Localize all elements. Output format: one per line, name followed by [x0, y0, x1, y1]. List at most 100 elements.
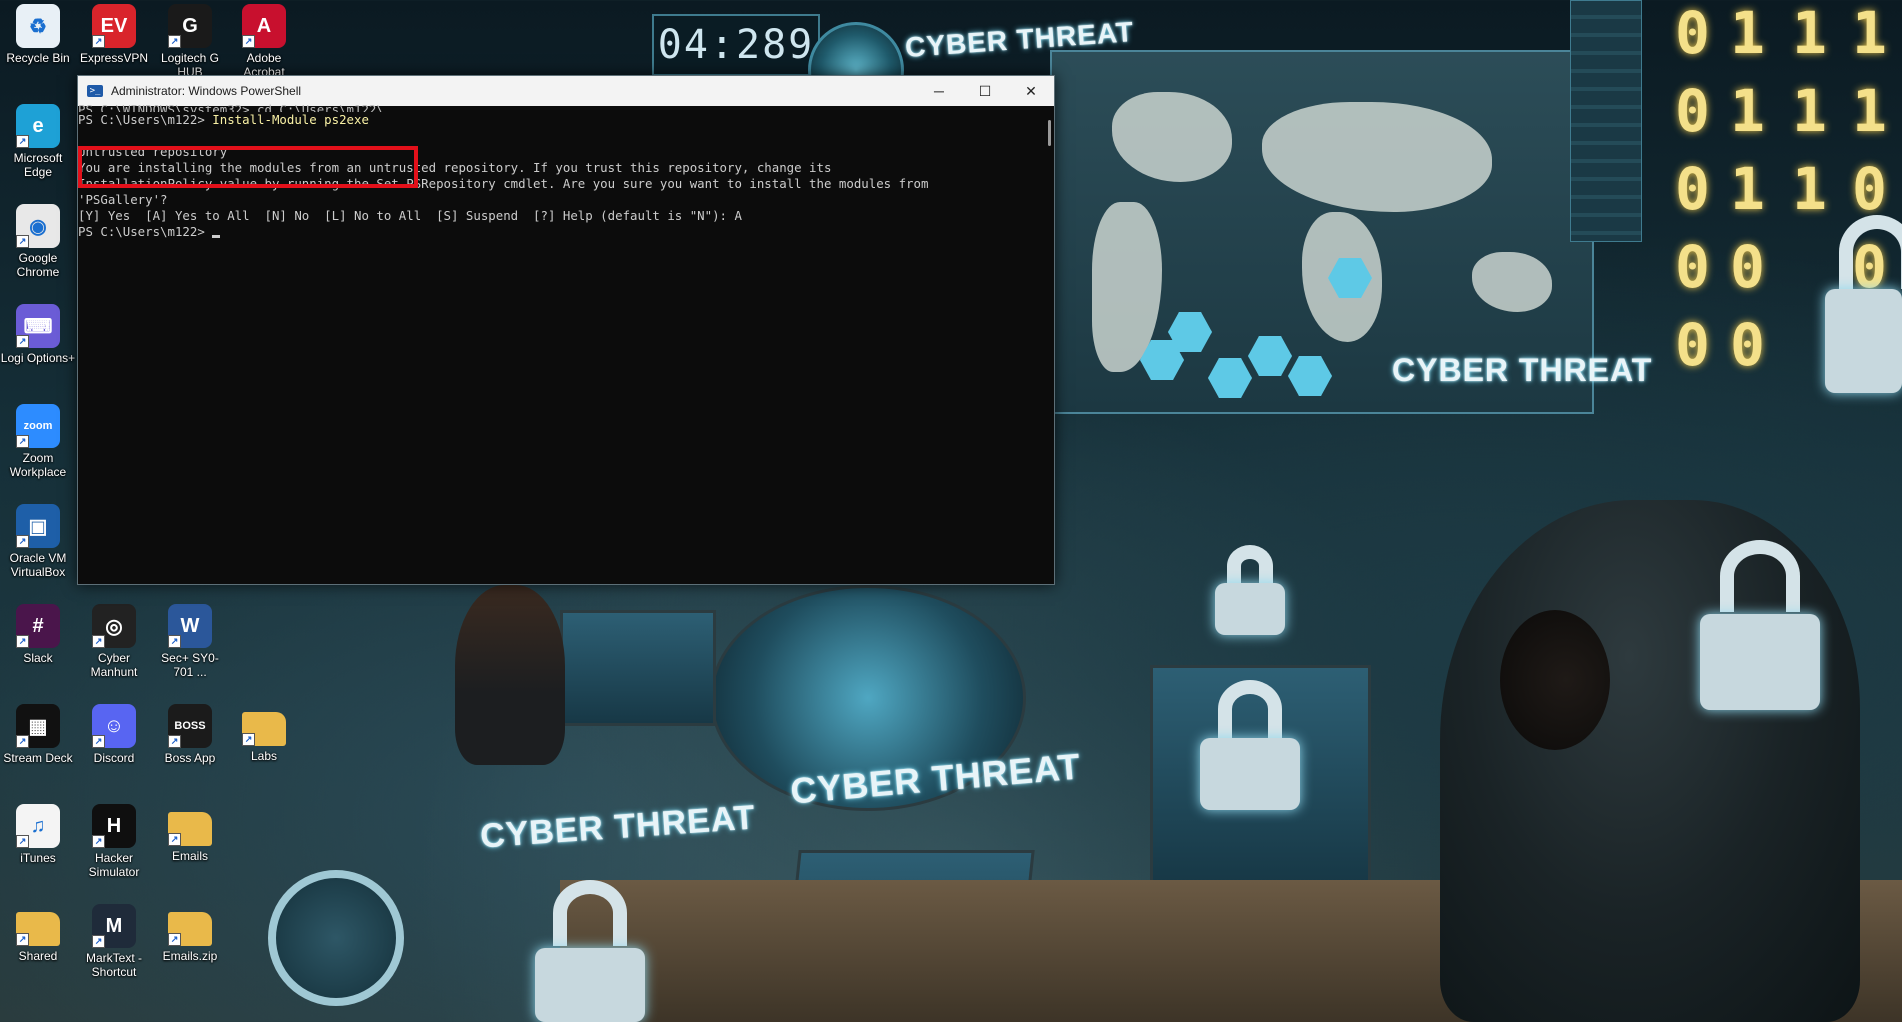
wallpaper-clock: 04:289	[652, 14, 820, 76]
console-clipped-line: PS C:\WINDOWS\system32> cd C:\Users\m122…	[78, 102, 384, 112]
desktop-icon-cyber-manhunt[interactable]: ◎ ↗ Cyber Manhunt	[76, 604, 152, 679]
desktop-icon-label: MarkText - Shortcut	[85, 951, 142, 979]
icon-glyph: e	[32, 114, 44, 137]
icon-glyph: H	[106, 814, 122, 837]
shortcut-arrow-icon: ↗	[16, 235, 29, 248]
icon-glyph: M	[105, 914, 123, 937]
wallpaper-lock-icon	[1200, 680, 1300, 810]
shortcut-arrow-icon: ↗	[168, 35, 181, 48]
wallpaper-cyber-threat-text: CYBER THREAT	[478, 798, 757, 856]
shortcut-arrow-icon: ↗	[168, 833, 181, 846]
desktop-icon-discord[interactable]: ☺ ↗ Discord	[76, 704, 152, 765]
shortcut-arrow-icon: ↗	[168, 635, 181, 648]
shortcut-arrow-icon: ↗	[16, 535, 29, 548]
app-icon: H ↗	[92, 804, 136, 848]
icon-glyph: zoom	[23, 420, 53, 432]
icon-glyph: ♫	[30, 814, 46, 837]
shortcut-arrow-icon: ↗	[16, 835, 29, 848]
shortcut-arrow-icon: ↗	[92, 735, 105, 748]
wallpaper-cyber-threat-text: CYBER THREAT	[1392, 352, 1653, 388]
desktop-icon-google-chrome[interactable]: ◉ ↗ Google Chrome	[0, 204, 76, 279]
window-title: Administrator: Windows PowerShell	[111, 84, 302, 98]
app-icon: ◉ ↗	[16, 204, 60, 248]
desktop-icon-adobe-acrobat[interactable]: A ↗ Adobe Acrobat	[226, 4, 302, 79]
app-icon: EV ↗	[92, 4, 136, 48]
desktop-icon-label: Recycle Bin	[6, 51, 70, 65]
desktop-icon-label: Microsoft Edge	[13, 151, 63, 179]
shortcut-arrow-icon: ↗	[92, 635, 105, 648]
app-icon: ☺ ↗	[92, 704, 136, 748]
desktop-icon-label: Zoom Workplace	[9, 451, 67, 479]
icon-glyph: ▣	[28, 515, 48, 538]
desktop-icon-oracle-vm-virtualbox[interactable]: ▣ ↗ Oracle VM VirtualBox	[0, 504, 76, 579]
desktop-icon-emails-zip[interactable]: ↗ Emails.zip	[152, 904, 228, 963]
app-icon: ◎ ↗	[92, 604, 136, 648]
wallpaper-lock-icon	[1700, 540, 1820, 710]
desktop-icon-stream-deck[interactable]: ▦ ↗ Stream Deck	[0, 704, 76, 765]
desktop-icon-logi-options[interactable]: ⌨ ↗ Logi Options+	[0, 304, 76, 365]
console-final-line[interactable]: PS C:\Users\m122>	[78, 224, 1054, 240]
wallpaper-binary-column: 0 0 0 0 0	[1675, 0, 1710, 379]
desktop-icon-slack[interactable]: # ↗ Slack	[0, 604, 76, 665]
icon-glyph: ◎	[105, 615, 123, 638]
app-icon: A ↗	[242, 4, 286, 48]
console-prompt: PS C:\Users\m122>	[78, 112, 213, 127]
app-icon: # ↗	[16, 604, 60, 648]
app-icon: zoom ↗	[16, 404, 60, 448]
app-icon: ▦ ↗	[16, 704, 60, 748]
app-icon: ♫ ↗	[16, 804, 60, 848]
desktop-icon-marktext-shortcut[interactable]: M ↗ MarkText - Shortcut	[76, 904, 152, 979]
desktop-icon-label: Hacker Simulator	[88, 851, 140, 879]
powershell-icon: >_	[87, 85, 103, 97]
wallpaper-hood-shadow	[1500, 610, 1610, 750]
desktop-icon-emails[interactable]: ↗ Emails	[152, 804, 228, 863]
icon-glyph: W	[180, 614, 200, 637]
wallpaper-lock-icon	[535, 880, 645, 1022]
app-icon: ↗	[168, 912, 212, 946]
icon-glyph: A	[256, 14, 272, 37]
desktop-icon-label: Emails	[171, 849, 208, 863]
desktop-icon-label: Boss App	[164, 751, 216, 765]
shortcut-arrow-icon: ↗	[92, 835, 105, 848]
app-icon: ⌨ ↗	[16, 304, 60, 348]
wallpaper-binary-column: 1 1 1	[1792, 0, 1827, 223]
desktop-icon-expressvpn[interactable]: EV ↗ ExpressVPN	[76, 4, 152, 65]
desktop-icon-label: ExpressVPN	[79, 51, 149, 65]
desktop-icon-recycle-bin[interactable]: ♻ Recycle Bin	[0, 4, 76, 65]
icon-glyph: ☺	[103, 714, 125, 737]
icon-glyph: BOSS	[174, 720, 206, 732]
wallpaper-person	[455, 585, 565, 765]
desktop-icon-sec-sy0-701[interactable]: W ↗ Sec+ SY0-701 ...	[152, 604, 228, 679]
shortcut-arrow-icon: ↗	[92, 935, 105, 948]
app-icon: ↗	[168, 812, 212, 846]
icon-glyph: ▦	[28, 715, 48, 738]
desktop-icon-hacker-simulator[interactable]: H ↗ Hacker Simulator	[76, 804, 152, 879]
desktop-icon-label: Stream Deck	[3, 751, 73, 765]
desktop-icon-label: Google Chrome	[16, 251, 60, 279]
shortcut-arrow-icon: ↗	[16, 933, 29, 946]
scrollbar-thumb[interactable]	[1048, 120, 1051, 146]
desktop-icon-label: Discord	[93, 751, 135, 765]
icon-glyph: ♻	[29, 15, 47, 38]
desktop-icon-shared[interactable]: ↗ Shared	[0, 904, 76, 963]
desktop-icon-zoom-workplace[interactable]: zoom ↗ Zoom Workplace	[0, 404, 76, 479]
desktop-icon-boss-app[interactable]: BOSS ↗ Boss App	[152, 704, 228, 765]
console-output-line: 'PSGallery'?	[78, 192, 168, 207]
desktop-icon-label: Slack	[23, 651, 53, 665]
desktop-icon-label: Emails.zip	[162, 949, 218, 963]
desktop-icon-labs[interactable]: ↗ Labs	[226, 704, 302, 763]
desktop-icon-label: Shared	[18, 949, 58, 963]
powershell-window[interactable]: >_ Administrator: Windows PowerShell ─ ☐…	[77, 75, 1055, 585]
wallpaper-monitor	[560, 610, 716, 726]
wallpaper-data-column	[1570, 0, 1642, 242]
shortcut-arrow-icon: ↗	[16, 435, 29, 448]
powershell-console[interactable]: PS C:\WINDOWS\system32> cd C:\Users\m122…	[78, 102, 1054, 586]
desktop-icon-logitech-g-hub[interactable]: G ↗ Logitech G HUB	[152, 4, 228, 79]
shortcut-arrow-icon: ↗	[168, 735, 181, 748]
shortcut-arrow-icon: ↗	[242, 733, 255, 746]
app-icon: W ↗	[168, 604, 212, 648]
desktop-icon-itunes[interactable]: ♫ ↗ iTunes	[0, 804, 76, 865]
shortcut-arrow-icon: ↗	[16, 635, 29, 648]
desktop-icon-microsoft-edge[interactable]: e ↗ Microsoft Edge	[0, 104, 76, 179]
